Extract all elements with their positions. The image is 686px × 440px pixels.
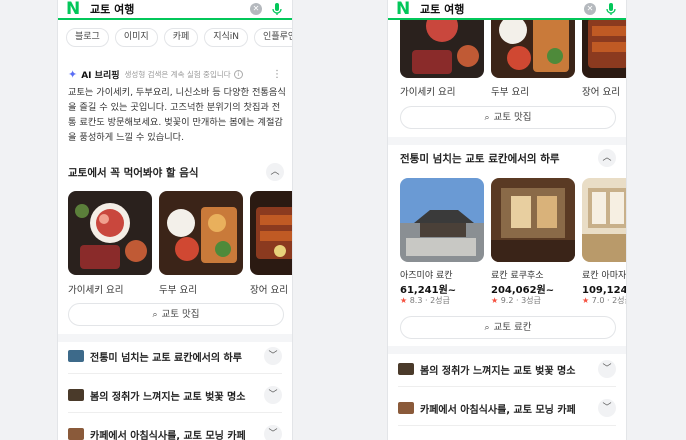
search-query[interactable]: 교토 여행 <box>420 1 464 17</box>
chevron-down-icon[interactable]: ﹀ <box>264 386 282 404</box>
chevron-down-icon[interactable]: ﹀ <box>264 347 282 365</box>
chevron-up-icon[interactable]: ︿ <box>266 163 284 181</box>
search-query[interactable]: 교토 여행 <box>90 1 134 17</box>
tab-chips: 블로그 이미지 카페 지식iN 인플루언서 <box>66 28 292 47</box>
star-icon: ★ <box>400 296 408 305</box>
divider <box>398 425 616 426</box>
search-result-panel-left: N 교토 여행 ✕ 블로그 이미지 카페 지식iN 인플루언서 ✦ AI 브리핑… <box>57 0 293 440</box>
related-row-cafe-label: 카페에서 아침식사를, 교토 모닝 카페 <box>420 404 576 416</box>
divider <box>68 373 282 374</box>
star-grade: 2성급 <box>430 296 450 305</box>
rating-value: 8.3 <box>409 296 423 305</box>
chevron-up-icon[interactable]: ︿ <box>598 149 616 167</box>
kaiseki-label[interactable]: 가이세키 요리 <box>400 84 455 98</box>
ai-briefing-subtitle: 생성형 검색은 계속 실험 중입니다 <box>124 70 231 79</box>
kyoto-restaurants-label: 교토 맛집 <box>493 112 532 123</box>
tab-influencer[interactable]: 인플루언서 <box>254 28 292 47</box>
ryokan-name[interactable]: 아즈미야 료칸 <box>400 268 453 281</box>
divider <box>398 386 616 387</box>
kyoto-restaurants-button[interactable]: ⌕ 교토 맛집 <box>68 303 284 326</box>
star-icon: ★ <box>491 296 499 305</box>
magnifier-icon: ⌕ <box>484 323 490 333</box>
eel-image[interactable] <box>250 191 292 275</box>
tab-blog[interactable]: 블로그 <box>66 28 109 47</box>
chevron-down-icon[interactable]: ﹀ <box>598 360 616 378</box>
magnifier-icon: ⌕ <box>152 310 158 320</box>
amaza-ryokan-image[interactable] <box>582 178 626 262</box>
eel-label[interactable]: 장어 요리 <box>250 282 288 296</box>
cafe-thumb <box>68 428 84 440</box>
related-row-ryokan-label: 전통미 넘치는 교토 료칸에서의 하루 <box>90 352 242 364</box>
tofu-image[interactable] <box>159 191 243 275</box>
info-icon[interactable]: i <box>233 70 243 79</box>
ai-briefing-header: ✦ AI 브리핑 생성형 검색은 계속 실험 중입니다 i ⋮ <box>68 68 282 81</box>
chevron-down-icon[interactable]: ﹀ <box>264 425 282 440</box>
clear-icon[interactable]: ✕ <box>250 3 262 15</box>
search-bar[interactable]: N 교토 여행 ✕ <box>58 0 292 20</box>
related-row-cafe[interactable]: 카페에서 아침식사를, 교토 모닝 카페 ﹀ <box>58 419 292 440</box>
section-separator <box>388 346 626 354</box>
ryokan-rating: ★ 7.0 · 2성급 <box>582 295 626 306</box>
cafe-thumb <box>398 402 414 414</box>
search-result-panel-right: N 교토 여행 ✕ 가이세키 요리 두부 요리 장어 요리 ⌕ 교토 맛집 전통미… <box>387 0 627 440</box>
search-bar[interactable]: N 교토 여행 ✕ <box>388 0 626 20</box>
section-separator <box>388 137 626 145</box>
related-row-cherry[interactable]: 봄의 정취가 느껴지는 교토 벚꽃 명소 ﹀ <box>388 354 626 384</box>
microphone-icon[interactable] <box>604 2 618 16</box>
clear-icon[interactable]: ✕ <box>584 3 596 15</box>
kaiseki-label[interactable]: 가이세키 요리 <box>68 282 123 296</box>
kyoto-restaurants-label: 교토 맛집 <box>161 309 200 320</box>
naver-logo[interactable]: N <box>66 1 84 18</box>
related-row-cherry[interactable]: 봄의 정취가 느껴지는 교토 벚꽃 명소 ﹀ <box>58 380 292 410</box>
food-section-title: 교토에서 꼭 먹어봐야 할 음식 <box>68 167 199 179</box>
ryokan-rating: ★ 9.2 · 3성급 <box>491 296 541 305</box>
related-row-cafe-label: 카페에서 아침식사를, 교토 모닝 카페 <box>90 430 246 440</box>
star-grade: 2성급 <box>612 296 626 305</box>
magnifier-icon: ⌕ <box>484 113 490 123</box>
kyoto-ryokan-label: 교토 료칸 <box>493 322 532 333</box>
rating-value: 7.0 <box>591 296 605 305</box>
related-row-cafe[interactable]: 카페에서 아침식사를, 교토 모닝 카페 ﹀ <box>388 393 626 423</box>
ai-briefing-title: AI 브리핑 <box>81 71 120 81</box>
star-grade: 3성급 <box>521 296 541 305</box>
ai-sparkle-icon: ✦ <box>68 68 78 81</box>
ryokan-name[interactable]: 료칸 료쿠후소 <box>491 268 544 281</box>
ryokan-price: 109,124원 <box>582 285 627 296</box>
ryokufuso-ryokan-image[interactable] <box>491 178 575 262</box>
kyoto-restaurants-button[interactable]: ⌕ 교토 맛집 <box>400 106 616 129</box>
star-icon: ★ <box>582 296 590 305</box>
divider <box>68 412 282 413</box>
microphone-icon[interactable] <box>270 2 284 16</box>
related-row-ryokan[interactable]: 전통미 넘치는 교토 료칸에서의 하루 ﹀ <box>58 341 292 371</box>
ryokan-price: 61,241원~ <box>400 285 457 296</box>
tab-kin[interactable]: 지식iN <box>204 28 249 47</box>
ryokan-section-title: 전통미 넘치는 교토 료칸에서의 하루 <box>400 153 560 165</box>
naver-logo[interactable]: N <box>396 1 414 18</box>
tofu-label[interactable]: 두부 요리 <box>491 84 529 98</box>
ai-briefing-text: 교토는 가이세키, 두부요리, 니신소바 등 다양한 전통음식을 즐길 수 있는… <box>68 87 286 143</box>
cherry-thumb <box>398 363 414 375</box>
cherry-thumb <box>68 389 84 401</box>
kyoto-ryokan-button[interactable]: ⌕ 교토 료칸 <box>400 316 616 339</box>
related-row-cherry-label: 봄의 정취가 느껴지는 교토 벚꽃 명소 <box>420 365 576 377</box>
azumiya-ryokan-image[interactable] <box>400 178 484 262</box>
tab-cafe[interactable]: 카페 <box>163 28 199 47</box>
ryokan-thumb <box>68 350 84 362</box>
ryokan-rating: ★ 8.3 · 2성급 <box>400 296 450 305</box>
ryokan-name[interactable]: 료칸 아마자 <box>582 268 626 281</box>
eel-label[interactable]: 장어 요리 <box>582 84 620 98</box>
ryokan-price: 204,062원~ <box>491 285 555 296</box>
rating-value: 9.2 <box>500 296 514 305</box>
kaiseki-image[interactable] <box>68 191 152 275</box>
tofu-label[interactable]: 두부 요리 <box>159 282 197 296</box>
related-row-cherry-label: 봄의 정취가 느껴지는 교토 벚꽃 명소 <box>90 391 246 403</box>
tab-image[interactable]: 이미지 <box>114 28 158 47</box>
more-icon[interactable]: ⋮ <box>272 69 282 80</box>
chevron-down-icon[interactable]: ﹀ <box>598 399 616 417</box>
